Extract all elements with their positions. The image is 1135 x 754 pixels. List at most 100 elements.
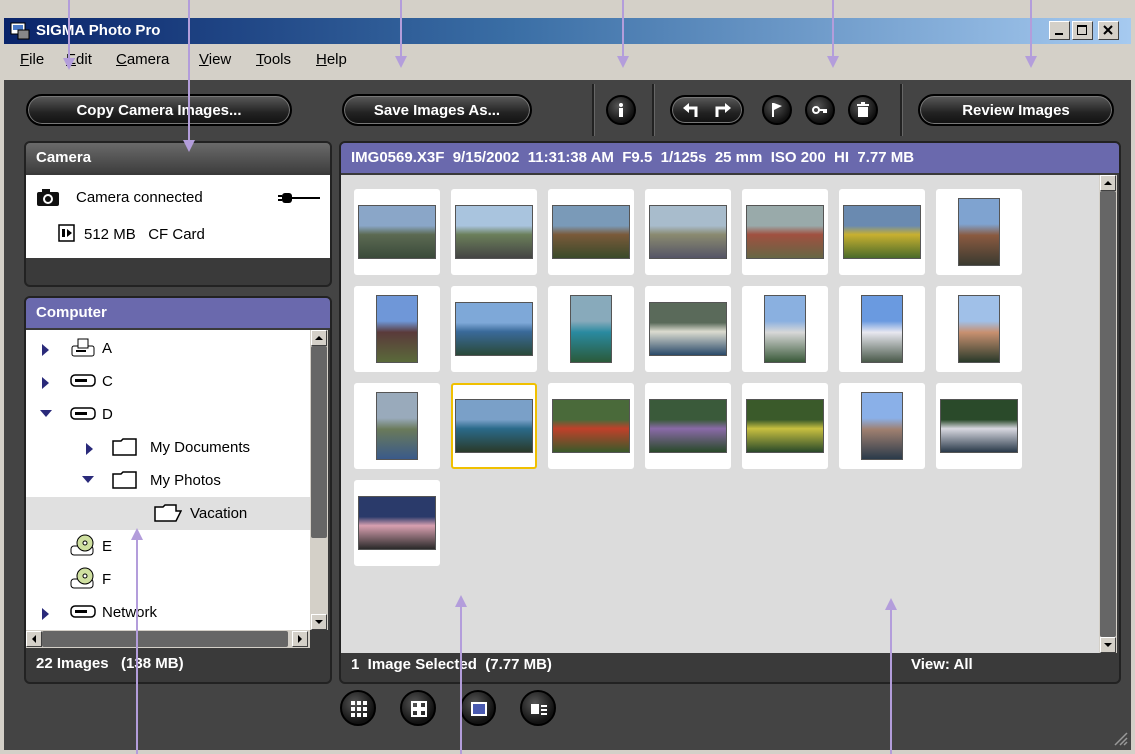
camera-icon — [37, 189, 59, 206]
thumbnail-image — [746, 205, 824, 259]
maximize-button[interactable] — [1072, 21, 1093, 40]
scroll-right-button[interactable] — [292, 631, 308, 647]
scroll-up-button[interactable] — [311, 330, 327, 346]
cf-card-icon — [58, 224, 75, 242]
toolbar-separator — [592, 84, 595, 136]
info-icon — [619, 103, 623, 117]
flag-button[interactable] — [762, 95, 792, 125]
camera-panel-title: Camera — [26, 143, 330, 173]
scroll-thumb[interactable] — [311, 346, 327, 538]
thumbnail-moose[interactable] — [354, 286, 440, 372]
thumbnail-peak[interactable] — [936, 286, 1022, 372]
cd-drive-icon — [70, 567, 94, 589]
grid-vertical-scrollbar[interactable] — [1099, 175, 1117, 653]
rotate-left-icon[interactable] — [680, 102, 702, 120]
large-thumbnails-button[interactable] — [460, 690, 496, 726]
app-window: SIGMA Photo Pro File Edit Camera View To… — [0, 0, 1135, 754]
tree-item-d[interactable]: D — [26, 398, 310, 431]
thumbnail-field[interactable] — [839, 189, 925, 275]
menu-tools[interactable]: Tools — [256, 51, 291, 68]
thumbnail-stone-house[interactable] — [645, 189, 731, 275]
tree-item-my-documents[interactable]: My Documents — [26, 431, 310, 464]
details-view-button[interactable] — [520, 690, 556, 726]
card-info: 512 MB CF Card — [84, 226, 205, 243]
thumbnail-image — [746, 399, 824, 453]
expand-arrow-icon[interactable] — [42, 344, 49, 356]
thumbnail-chimney[interactable] — [936, 189, 1022, 275]
rotate-buttons — [670, 95, 744, 125]
save-images-as-button[interactable]: Save Images As... — [342, 94, 532, 126]
thumbnail-image — [455, 205, 533, 259]
thumbnail-sunset[interactable] — [354, 480, 440, 566]
delete-button[interactable] — [848, 95, 878, 125]
tree-item-a[interactable]: A — [26, 332, 310, 365]
thumbnail-sitting[interactable] — [451, 383, 537, 469]
tree-vertical-scrollbar[interactable] — [310, 330, 328, 630]
close-button[interactable] — [1098, 21, 1119, 40]
small-thumbnails-button[interactable] — [340, 690, 376, 726]
scroll-down-button[interactable] — [1100, 637, 1116, 653]
scroll-thumb[interactable] — [1100, 191, 1116, 637]
medium-thumbnails-button[interactable] — [400, 690, 436, 726]
thumbnail-brick-wall[interactable] — [742, 189, 828, 275]
hard-drive-icon — [70, 407, 96, 420]
thumbnail-waterfall[interactable] — [548, 286, 634, 372]
info-button[interactable] — [606, 95, 636, 125]
scroll-left-button[interactable] — [26, 631, 42, 647]
review-images-button[interactable]: Review Images — [918, 94, 1114, 126]
thumbnail-image — [649, 205, 727, 259]
network-drive-icon — [70, 605, 96, 618]
rotate-right-icon[interactable] — [712, 102, 734, 120]
camera-panel: Camera Camera connected 512 MB CF Card — [24, 141, 332, 287]
thumbnail-flowers-yellow[interactable] — [742, 383, 828, 469]
callout-line — [460, 605, 462, 754]
tree-item-label: Network — [102, 604, 158, 621]
scroll-down-button[interactable] — [311, 614, 327, 630]
tree-horizontal-scrollbar[interactable] — [26, 630, 310, 648]
thumbnail-arch-bridge[interactable] — [451, 189, 537, 275]
toolbar-separator — [900, 84, 903, 136]
menu-view[interactable]: View — [199, 51, 231, 68]
thumbnail-bridge[interactable] — [354, 189, 440, 275]
scroll-up-button[interactable] — [1100, 175, 1116, 191]
thumbnail-canoes[interactable] — [645, 286, 731, 372]
thumbnail-flowers-purple[interactable] — [645, 383, 731, 469]
minimize-button[interactable] — [1049, 21, 1070, 40]
thumbnail-lake[interactable] — [451, 286, 537, 372]
expand-arrow-icon[interactable] — [42, 608, 49, 620]
tree-item-vacation[interactable]: Vacation — [26, 497, 310, 530]
menu-camera[interactable]: Camera — [116, 51, 169, 68]
tree-item-f[interactable]: F — [26, 563, 310, 596]
tree-item-my-photos[interactable]: My Photos — [26, 464, 310, 497]
tree-item-e[interactable]: E — [26, 530, 310, 563]
thumbnail-ruin[interactable] — [548, 189, 634, 275]
tree-item-network[interactable]: Network — [26, 596, 310, 629]
thumbnail-boat[interactable] — [936, 383, 1022, 469]
callout-arrowhead — [63, 58, 75, 70]
tree-item-label: F — [102, 571, 112, 588]
copy-camera-images-button[interactable]: Copy Camera Images... — [26, 94, 292, 126]
thumbnail-image — [455, 399, 533, 453]
thumbnail-image — [861, 392, 903, 460]
lock-button[interactable] — [805, 95, 835, 125]
expand-arrow-icon[interactable] — [86, 443, 93, 455]
thumbnail-hiker[interactable] — [354, 383, 440, 469]
thumbnail-canyon[interactable] — [839, 383, 925, 469]
thumbnail-mountains[interactable] — [839, 286, 925, 372]
thumbnail-image — [552, 205, 630, 259]
thumbnail-river[interactable] — [742, 286, 828, 372]
expand-arrow-icon[interactable] — [42, 377, 49, 389]
title-bar[interactable]: SIGMA Photo Pro — [4, 18, 1131, 44]
collapse-arrow-icon[interactable] — [82, 476, 94, 483]
thumbnail-image — [552, 399, 630, 453]
resize-grip-icon[interactable] — [1112, 730, 1128, 746]
toolbar-separator — [652, 84, 655, 136]
menu-help[interactable]: Help — [316, 51, 347, 68]
callout-line — [890, 608, 892, 754]
scroll-thumb[interactable] — [42, 631, 288, 647]
collapse-arrow-icon[interactable] — [40, 410, 52, 417]
thumbnail-flowers-red[interactable] — [548, 383, 634, 469]
menu-file[interactable]: File — [20, 51, 44, 68]
open-folder-icon — [154, 504, 182, 522]
tree-item-c[interactable]: C — [26, 365, 310, 398]
